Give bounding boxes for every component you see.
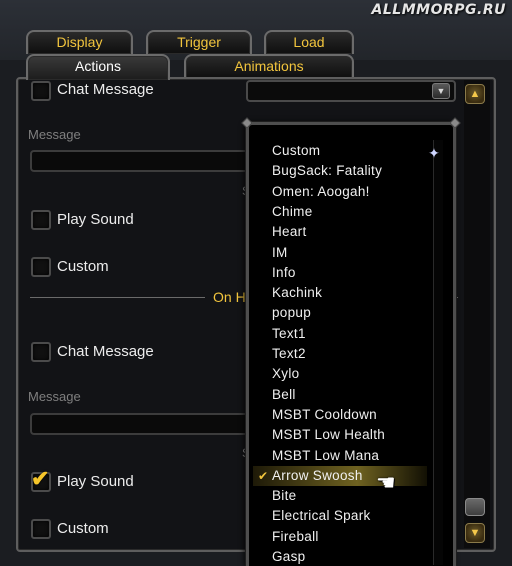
menu-scrollbar[interactable] <box>433 140 443 565</box>
dropdown-item[interactable]: MSBT Low Mana <box>272 446 427 466</box>
check-icon: ✔ <box>258 468 269 483</box>
tab-display-label: Display <box>56 34 103 50</box>
dropdown-item[interactable]: popup <box>272 303 427 323</box>
message-input-2[interactable] <box>30 413 258 435</box>
tab-trigger-label: Trigger <box>177 34 221 50</box>
play-sound-checkbox-2[interactable]: ✔ <box>31 466 51 492</box>
message-input-1[interactable] <box>30 150 258 172</box>
custom-checkbox-1[interactable] <box>31 257 51 277</box>
dropdown-item[interactable]: Heart <box>272 222 427 242</box>
watermark: ALLMMORPG.RU <box>371 2 506 18</box>
dropdown-item[interactable]: Gasp <box>272 547 427 566</box>
dropdown-item[interactable]: Electrical Spark <box>272 506 427 526</box>
dropdown-item[interactable]: Info <box>272 263 427 283</box>
dropdown-item[interactable]: MSBT Cooldown <box>272 405 427 425</box>
section-title-on-hide: On H <box>213 289 246 305</box>
dropdown-item-label: Arrow Swoosh <box>272 467 363 483</box>
menu-scroll-thumb-icon[interactable]: ✦ <box>424 145 444 161</box>
sound-dropdown-menu[interactable]: ✦ Custom BugSack: Fatality Omen: Aoogah! Ch… <box>241 117 461 566</box>
dropdown-item[interactable]: BugSack: Fatality <box>272 161 427 181</box>
dropdown-item[interactable]: Text1 <box>272 324 427 344</box>
tab-actions-label: Actions <box>75 58 121 74</box>
scroll-down-icon: ▼ <box>469 527 481 539</box>
dropdown-item[interactable]: Chime <box>272 202 427 222</box>
panel-scroll-thumb[interactable] <box>465 498 485 516</box>
message-label-2: Message <box>28 389 81 404</box>
play-sound-checkbox-1[interactable] <box>31 210 51 230</box>
hand-pointer-icon: ☚ <box>376 470 396 495</box>
tab-load-label: Load <box>293 34 325 50</box>
scroll-up-button[interactable]: ▲ <box>465 84 485 104</box>
scroll-up-icon: ▲ <box>469 88 481 100</box>
check-icon: ✔ <box>31 466 50 491</box>
chat-message-checkbox-2[interactable] <box>31 342 51 362</box>
chat-message-label-2: Chat Message <box>57 343 154 360</box>
tab-trigger[interactable]: Trigger <box>146 30 252 54</box>
tab-actions[interactable]: Actions <box>26 54 170 80</box>
tab-load[interactable]: Load <box>264 30 354 54</box>
panel-scrollbar[interactable] <box>464 80 490 548</box>
chat-message-label-1: Chat Message <box>57 81 154 98</box>
chat-message-checkbox-1[interactable] <box>31 81 51 101</box>
section-divider-left <box>30 297 205 298</box>
tab-animations-label: Animations <box>234 58 304 74</box>
dropdown-item[interactable]: Omen: Aoogah! <box>272 182 427 202</box>
message-label-1: Message <box>28 127 81 142</box>
custom-label-1: Custom <box>57 258 109 275</box>
custom-label-2: Custom <box>57 520 109 537</box>
dropdown-item[interactable]: Xylo <box>272 364 427 384</box>
chat-type-dropdown-1[interactable]: ▼ <box>246 80 456 102</box>
scroll-down-button[interactable]: ▼ <box>465 523 485 543</box>
dropdown-item[interactable]: Custom <box>272 141 427 161</box>
tab-display[interactable]: Display <box>26 30 133 54</box>
dropdown-item[interactable]: MSBT Low Health <box>272 425 427 445</box>
tab-animations[interactable]: Animations <box>184 54 354 78</box>
dropdown-item[interactable]: Text2 <box>272 344 427 364</box>
dropdown-item[interactable]: IM <box>272 243 427 263</box>
dropdown-item[interactable]: Kachink <box>272 283 427 303</box>
chevron-down-icon[interactable]: ▼ <box>432 83 450 99</box>
custom-checkbox-2[interactable] <box>31 519 51 539</box>
play-sound-label-2: Play Sound <box>57 473 134 490</box>
dropdown-item[interactable]: Bell <box>272 385 427 405</box>
play-sound-label-1: Play Sound <box>57 211 134 228</box>
dropdown-item[interactable]: Fireball <box>272 527 427 547</box>
